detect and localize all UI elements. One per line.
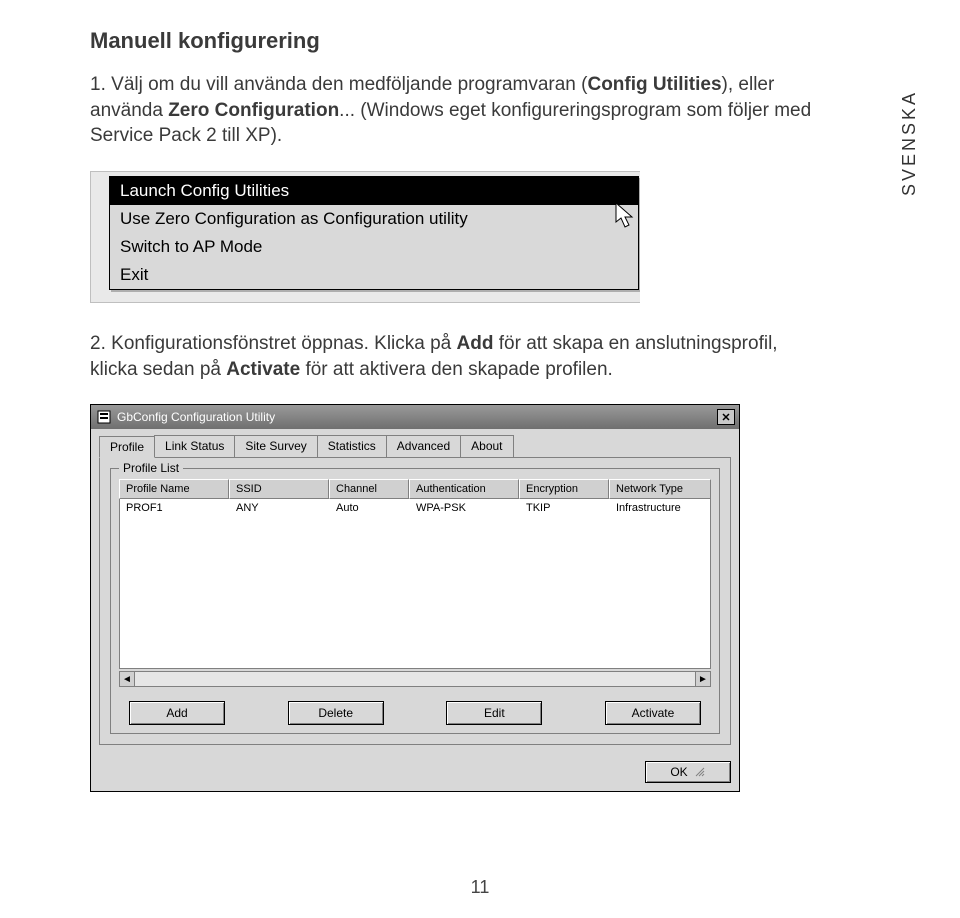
group-label: Profile List [119,461,183,475]
para2-bold-2: Activate [226,359,300,380]
scroll-track[interactable] [135,671,695,687]
horizontal-scrollbar[interactable]: ◄ ► [119,671,711,687]
para2-bold-1: Add [457,333,494,354]
page-number: 11 [0,877,960,898]
table-row[interactable]: PROF1 ANY Auto WPA-PSK TKIP Infrastructu… [120,499,710,517]
cell-auth: WPA-PSK [410,499,520,517]
button-row: Add Delete Edit Activate [119,701,711,725]
edit-button[interactable]: Edit [446,701,542,725]
col-ssid[interactable]: SSID [229,479,329,499]
cell-profile-name: PROF1 [120,499,230,517]
ctx-item-launch[interactable]: Launch Config Utilities [110,177,638,205]
profile-list-group: Profile List Profile Name SSID Channel A… [110,468,720,734]
app-icon [97,410,111,424]
col-authentication[interactable]: Authentication [409,479,519,499]
config-utility-window: GbConfig Configuration Utility ✕ Profile… [90,404,740,792]
scroll-right-button[interactable]: ► [695,671,711,687]
scroll-left-button[interactable]: ◄ [119,671,135,687]
para1-bold-1: Config Utilities [587,74,721,95]
ctx-item-ap-mode[interactable]: Switch to AP Mode [110,233,638,261]
cell-ntype: Infrastructure [610,499,710,517]
language-side-label: SVENSKA [899,90,920,196]
ctx-item-zero-config[interactable]: Use Zero Configuration as Configuration … [110,205,638,233]
tabs: Profile Link Status Site Survey Statisti… [99,435,731,458]
para1-bold-2: Zero Configuration [168,100,339,121]
tab-link-status[interactable]: Link Status [154,435,235,457]
para2-number: 2. [90,333,106,354]
add-button[interactable]: Add [129,701,225,725]
tab-pane: Profile List Profile Name SSID Channel A… [99,458,731,745]
delete-button[interactable]: Delete [288,701,384,725]
window-title: GbConfig Configuration Utility [117,410,711,424]
col-profile-name[interactable]: Profile Name [119,479,229,499]
close-icon: ✕ [721,411,730,424]
para2-text-1: Konfigurationsfönstret öppnas. Klicka på [111,333,456,354]
para1-number: 1. [90,74,106,95]
profile-list-header: Profile Name SSID Channel Authentication… [119,479,711,499]
col-channel[interactable]: Channel [329,479,409,499]
chevron-left-icon: ◄ [122,674,132,685]
cell-ssid: ANY [230,499,330,517]
para1-text-1: Välj om du vill använda den medföljande … [111,74,587,95]
resize-grip-icon [694,766,706,778]
tab-about[interactable]: About [460,435,513,457]
col-encryption[interactable]: Encryption [519,479,609,499]
close-button[interactable]: ✕ [717,409,735,425]
ok-button[interactable]: OK [645,761,731,783]
tab-statistics[interactable]: Statistics [317,435,387,457]
chevron-right-icon: ► [698,674,708,685]
ctx-item-exit[interactable]: Exit [110,261,638,289]
activate-button[interactable]: Activate [605,701,701,725]
tab-site-survey[interactable]: Site Survey [234,435,317,457]
tab-profile[interactable]: Profile [99,436,155,458]
context-menu-screenshot: Launch Config Utilities Use Zero Configu… [90,171,640,303]
ok-row: OK [91,753,739,791]
tab-advanced[interactable]: Advanced [386,435,461,457]
ok-label: OK [670,765,687,779]
paragraph-2: 2. Konfigurationsfönstret öppnas. Klicka… [90,331,830,382]
paragraph-1: 1. Välj om du vill använda den medföljan… [90,72,830,149]
para2-text-3: för att aktivera den skapade profilen. [300,359,613,380]
profile-list-body[interactable]: PROF1 ANY Auto WPA-PSK TKIP Infrastructu… [119,499,711,669]
page-title: Manuell konfigurering [90,28,870,54]
titlebar: GbConfig Configuration Utility ✕ [91,405,739,429]
cell-enc: TKIP [520,499,610,517]
cell-channel: Auto [330,499,410,517]
context-menu: Launch Config Utilities Use Zero Configu… [109,176,639,290]
col-network-type[interactable]: Network Type [609,479,711,499]
